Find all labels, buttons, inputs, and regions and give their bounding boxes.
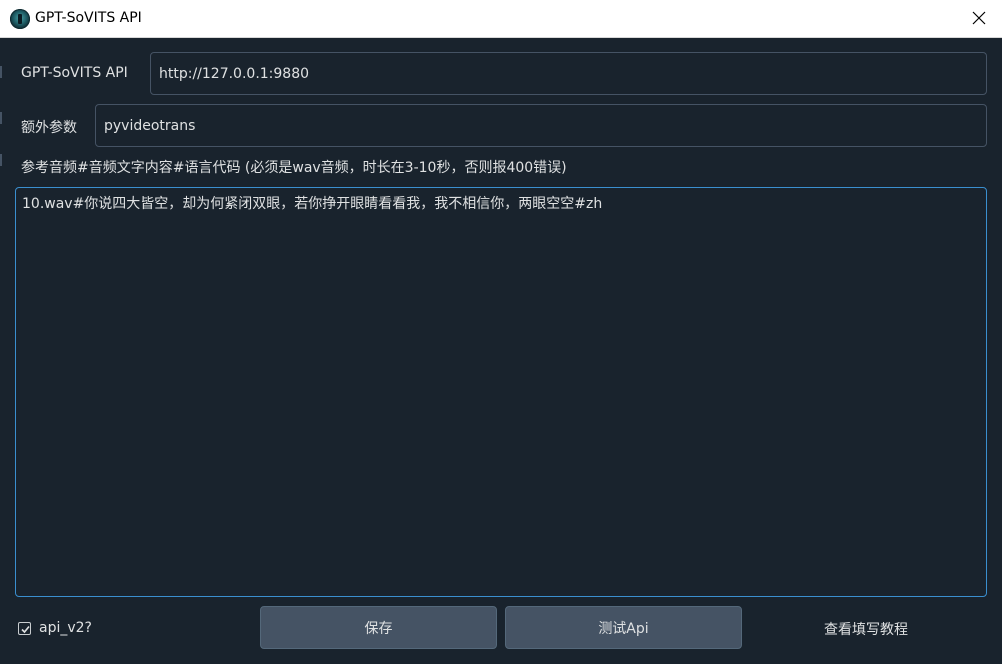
reference-audio-textarea[interactable]	[15, 187, 987, 597]
checkmark-icon	[21, 625, 30, 633]
window-title: GPT-SoVITS API	[35, 10, 142, 26]
save-button-label: 保存	[364, 620, 393, 637]
save-button[interactable]: 保存	[260, 606, 497, 649]
test-api-button[interactable]: 测试Api	[505, 606, 742, 649]
title-bar: GPT-SoVITS API	[0, 0, 1002, 38]
test-api-button-label: 测试Api	[598, 620, 649, 637]
edge-mark	[0, 66, 2, 78]
close-button[interactable]	[956, 0, 1002, 37]
edge-mark	[0, 154, 2, 166]
api-url-input[interactable]	[150, 52, 987, 95]
api-v2-checkbox[interactable]	[18, 621, 31, 635]
view-tutorial-link[interactable]: 查看填写教程	[824, 619, 908, 639]
edge-mark	[0, 112, 2, 124]
close-icon	[972, 11, 986, 25]
extra-params-label: 额外参数	[21, 120, 77, 136]
api-label: GPT-SoVITS API	[21, 65, 128, 81]
reference-audio-label: 参考音频#音频文字内容#语言代码 (必须是wav音频，时长在3-10秒，否则报4…	[21, 160, 567, 176]
extra-params-input[interactable]	[95, 104, 987, 147]
api-v2-checkbox-row[interactable]: api_v2?	[18, 619, 92, 637]
app-logo-icon	[10, 9, 30, 29]
api-v2-checkbox-label: api_v2?	[39, 620, 92, 636]
